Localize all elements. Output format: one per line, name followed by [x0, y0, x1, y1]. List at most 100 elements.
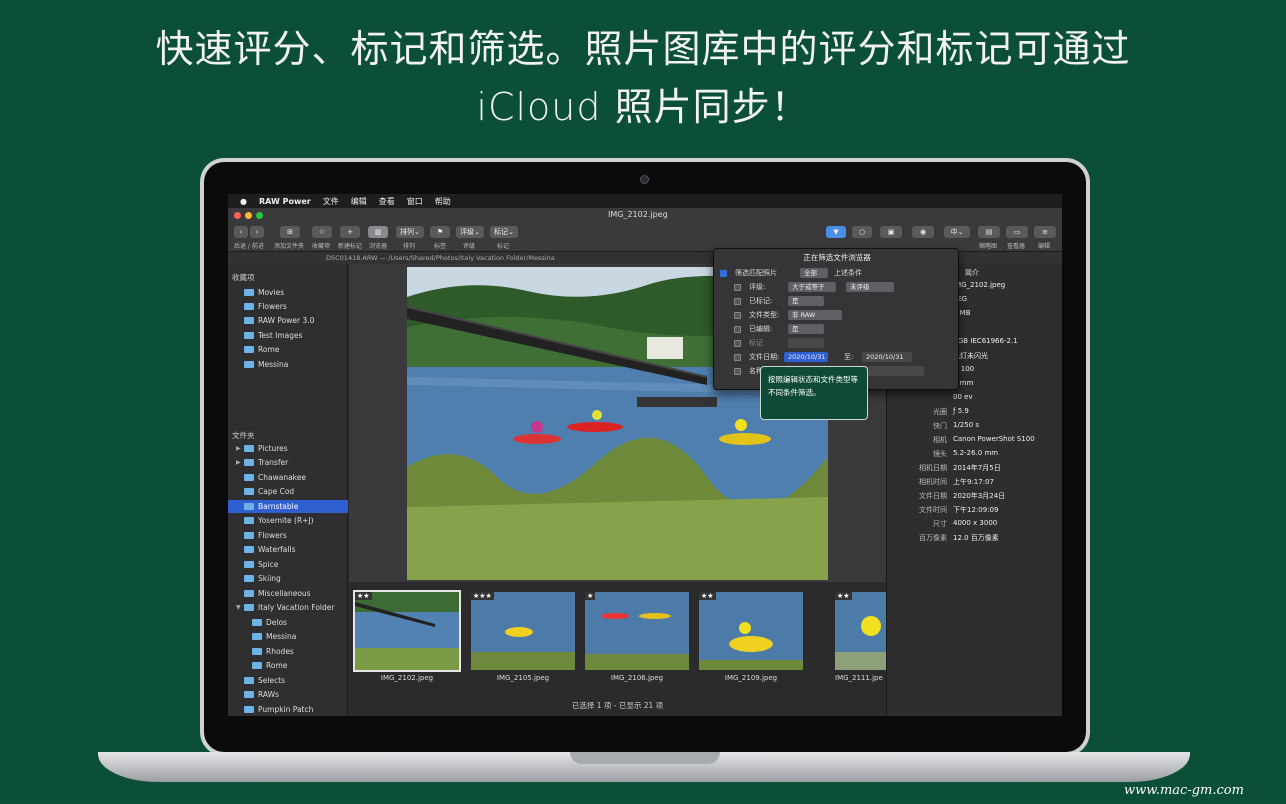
sidebar-item[interactable]: RAW Power 3.0 [228, 314, 348, 327]
filter-match-checkbox[interactable] [720, 269, 727, 277]
edit-button[interactable]: ≡ [1034, 226, 1056, 238]
tag-label: 标签 [434, 243, 447, 250]
size-button[interactable]: 中 ⌄ [944, 226, 970, 238]
type-checkbox[interactable] [734, 311, 741, 319]
thumbnail-button[interactable]: ▤ [978, 226, 1000, 238]
thumbnail-name: IMG_2109.jpeg [724, 674, 778, 682]
mark-select[interactable] [788, 338, 824, 348]
sidebar-item[interactable]: Pumpkin Patch [228, 703, 348, 716]
sidebar-item[interactable]: Waterfalls [228, 543, 348, 556]
apple-icon[interactable]: ● [240, 197, 247, 206]
name-checkbox[interactable] [734, 367, 741, 375]
menu-app-name[interactable]: RAW Power [259, 197, 311, 206]
sidebar-item[interactable]: Miscellaneous [228, 587, 348, 600]
date-from-field[interactable]: 2020/10/31 [784, 352, 828, 362]
viewer-button[interactable]: ▭ [1006, 226, 1028, 238]
info-header: 简介 [965, 269, 979, 277]
type-select[interactable]: 非 RAW [788, 310, 842, 320]
new-tag-button[interactable]: + [340, 226, 360, 238]
edited-select[interactable]: 是 [788, 324, 824, 334]
sidebar-item[interactable]: RAWs [228, 688, 348, 701]
tagged-checkbox[interactable] [734, 297, 741, 305]
sidebar-item[interactable]: Messina [228, 630, 348, 643]
disclosure-triangle-icon: ▶ [236, 445, 241, 452]
browser-button[interactable]: ▥ [368, 226, 388, 238]
headline-line-2: iCloud 照片同步！ [476, 85, 810, 129]
sidebar-item[interactable]: Rome [228, 659, 348, 672]
menu-edit[interactable]: 编辑 [351, 196, 367, 207]
folder-icon [244, 361, 254, 368]
sidebar-item[interactable]: Rome [228, 343, 348, 356]
sidebar-item[interactable]: ▶ Pictures [228, 442, 348, 455]
rating-value-select[interactable]: 未评级 [846, 282, 894, 292]
sidebar-item[interactable]: Movies [228, 286, 348, 299]
tag-button[interactable]: ⚑ [430, 226, 450, 238]
sidebar-item[interactable]: Chawanakee [228, 471, 348, 484]
close-button[interactable] [234, 212, 241, 219]
menu-file[interactable]: 文件 [323, 196, 339, 207]
camera-icon [640, 175, 649, 184]
menu-window[interactable]: 窗口 [407, 196, 423, 207]
thumbnail-img-2111[interactable]: ★★ [835, 592, 886, 670]
sidebar-item[interactable]: Selects [228, 674, 348, 687]
thumbnail-img-2102[interactable]: ★★ [353, 590, 461, 672]
rating-button[interactable]: 评级 ⌄ [456, 226, 484, 238]
browser-label: 浏览器 [369, 243, 388, 250]
folder-icon [244, 677, 254, 684]
tagged-select[interactable]: 是 [788, 296, 824, 306]
sidebar-item[interactable]: Messina [228, 358, 348, 371]
compare-button[interactable]: ▣ [880, 226, 902, 238]
filter-match-select[interactable]: 全部 [800, 268, 828, 278]
folder-icon [244, 590, 254, 597]
date-checkbox[interactable] [734, 353, 741, 361]
sidebar-item[interactable]: ▼ Italy Vacation Folder [228, 601, 348, 614]
date-to-field[interactable]: 2020/10/31 [862, 352, 912, 362]
menu-view[interactable]: 查看 [379, 196, 395, 207]
thumbnail-image [835, 592, 886, 670]
mark-label: 标记 [497, 243, 510, 250]
sidebar-item[interactable]: Flowers [228, 529, 348, 542]
sidebar-item[interactable]: ▶ Transfer [228, 456, 348, 469]
sidebar-item[interactable]: Cape Cod [228, 485, 348, 498]
edited-checkbox[interactable] [734, 325, 741, 333]
thumbnail-img-2109[interactable]: ★★ [699, 592, 803, 670]
folder-icon [244, 445, 254, 452]
mark-checkbox[interactable] [734, 339, 741, 347]
sort-button[interactable]: 排列 ⌄ [396, 226, 424, 238]
folder-icon [244, 346, 254, 353]
sidebar-item[interactable]: Delos [228, 616, 348, 629]
sidebar-item[interactable]: Yosemite (R+J) [228, 514, 348, 527]
thumbnail-name: IMG_2111.jpe [835, 674, 883, 682]
add-folder-button[interactable]: ⊞ [280, 226, 300, 238]
filter-mark-row: 标记 [734, 337, 763, 349]
sidebar-item[interactable]: Skiing [228, 572, 348, 585]
sidebar-item[interactable]: Spice [228, 558, 348, 571]
sidebar: 收藏项 Movies Flowers RAW Power 3.0 Test Im… [228, 264, 348, 716]
quicklook-button[interactable]: ◉ [912, 226, 934, 238]
favorites-section-title: 收藏项 [232, 273, 255, 282]
menu-help[interactable]: 帮助 [435, 196, 451, 207]
rating-checkbox[interactable] [734, 283, 741, 291]
favorite-button[interactable]: ☆ [312, 226, 332, 238]
back-button[interactable]: ‹ [234, 226, 248, 238]
sidebar-item[interactable]: Rhodes [228, 645, 348, 658]
thumbnail-img-2106[interactable]: ★ [585, 592, 689, 670]
filter-button[interactable]: ▼ [826, 226, 846, 238]
thumbnail-image [585, 592, 689, 670]
circle-button[interactable]: ○ [852, 226, 872, 238]
zoom-button[interactable] [256, 212, 263, 219]
sidebar-item-selected[interactable]: Barnstable [228, 500, 348, 513]
thumbnail-img-2105[interactable]: ★★★ [471, 592, 575, 670]
forward-button[interactable]: › [250, 226, 264, 238]
sidebar-item[interactable]: Flowers [228, 300, 348, 313]
rating-op-select[interactable]: 大于或等于 [788, 282, 836, 292]
sidebar-item[interactable]: Test Images [228, 329, 348, 342]
minimize-button[interactable] [245, 212, 252, 219]
thumbnail-image [355, 592, 459, 670]
date-to-label: 至: [844, 353, 854, 361]
filter-tooltip: 按照编辑状态和文件类型等不同条件筛选。 [760, 366, 868, 420]
mark-button[interactable]: 标记 ⌄ [490, 226, 518, 238]
folder-icon [244, 503, 254, 510]
window-toolbar: IMG_2102.jpeg ‹ › 后退 / 前进 ⊞ 添加文件夹 ☆ 收藏项 … [228, 208, 1062, 252]
rating-stars: ★★ [835, 592, 852, 600]
